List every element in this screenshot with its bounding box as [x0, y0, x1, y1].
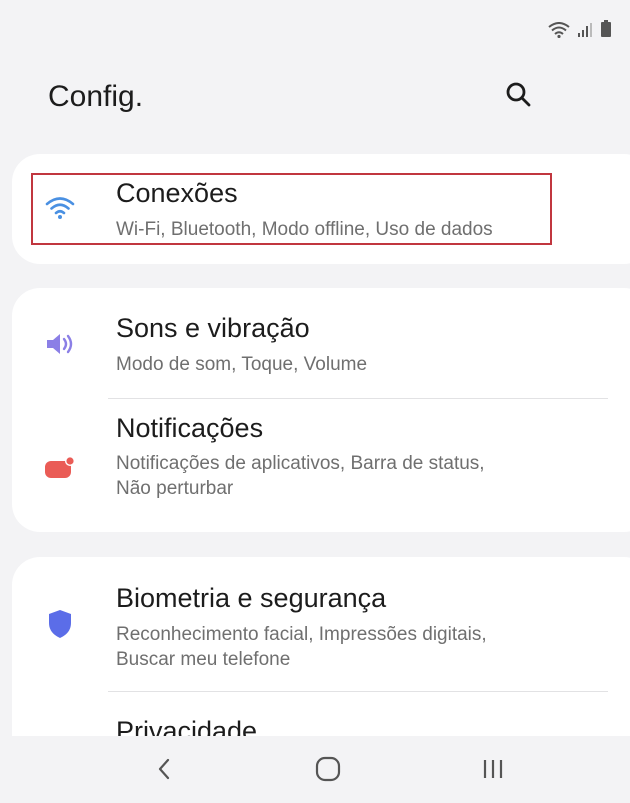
settings-screen: Config. Conexões Wi-Fi, Bluetooth, Modo … — [0, 0, 630, 803]
setting-title: Biometria e segurança — [116, 583, 387, 613]
highlight-box — [31, 173, 552, 245]
setting-subtitle: Modo de som, Toque, Volume — [116, 354, 368, 375]
setting-subtitle-line: Reconhecimento facial, Impressões digita… — [116, 624, 487, 645]
setting-item-notifications[interactable]: Notificações Notificações de aplicativos… — [12, 399, 630, 532]
setting-item-sounds[interactable]: Sons e vibração Modo de som, Toque, Volu… — [12, 288, 630, 398]
signal-icon — [577, 22, 593, 43]
setting-item-biometrics[interactable]: Biometria e segurança Reconhecimento fac… — [12, 557, 630, 691]
setting-subtitle: Reconhecimento facial, Impressões digita… — [116, 622, 586, 672]
page-title: Config. — [48, 80, 144, 113]
search-button[interactable] — [498, 76, 538, 116]
search-icon — [505, 81, 531, 112]
shield-icon — [40, 604, 80, 644]
setting-subtitle: Notificações de aplicativos, Barra de st… — [116, 451, 586, 501]
setting-subtitle-line: Não perturbar — [116, 478, 234, 499]
wifi-icon — [548, 22, 570, 43]
setting-title: Sons e vibração — [116, 313, 310, 343]
status-bar — [0, 0, 630, 60]
setting-title: Notificações — [116, 413, 264, 443]
notification-icon — [40, 447, 80, 487]
settings-card-sounds: Sons e vibração Modo de som, Toque, Volu… — [12, 288, 630, 532]
volume-icon — [40, 324, 80, 364]
battery-icon — [600, 20, 612, 43]
back-button[interactable] — [134, 746, 194, 796]
home-button[interactable] — [298, 746, 358, 796]
recents-icon — [481, 758, 505, 785]
setting-subtitle-line: Notificações de aplicativos, Barra de st… — [116, 453, 485, 474]
setting-subtitle-line: Buscar meu telefone — [116, 649, 291, 670]
app-header: Config. — [0, 68, 630, 128]
recents-button[interactable] — [463, 746, 523, 796]
navigation-bar — [0, 736, 630, 803]
status-icons — [548, 20, 612, 43]
back-icon — [156, 757, 172, 786]
home-icon — [315, 756, 341, 787]
